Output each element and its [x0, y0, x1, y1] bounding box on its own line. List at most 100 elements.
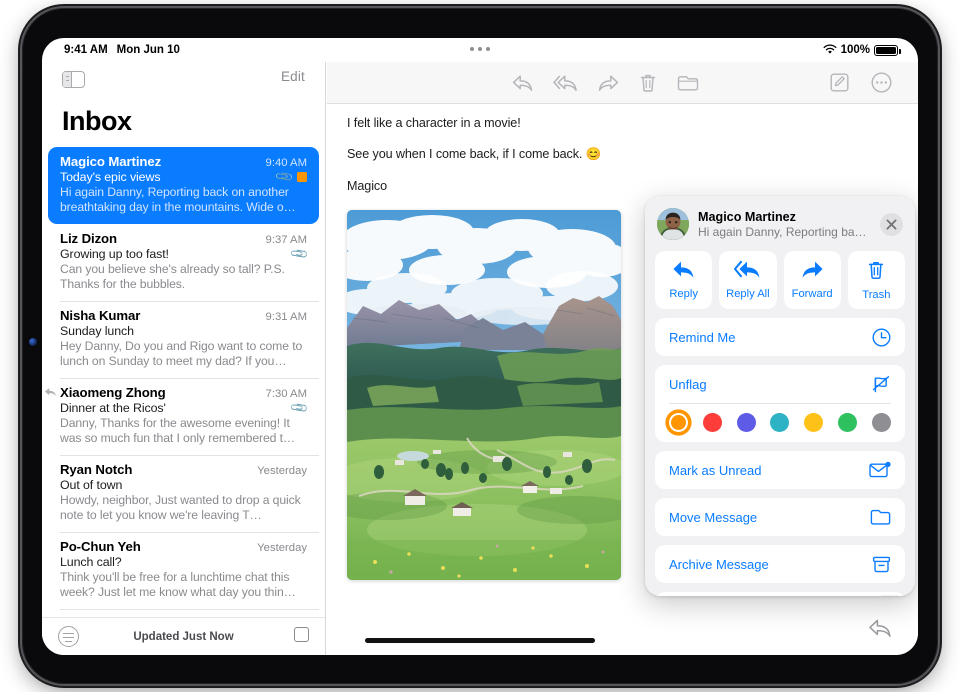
table-row[interactable]: Magico Martinez 9:40 AM Today's epic vie… [48, 147, 319, 224]
mail-row-top: Po-Chun Yeh Yesterday [60, 539, 307, 554]
filter-icon[interactable] [58, 626, 79, 647]
flag-color-orange[interactable] [669, 413, 688, 432]
flag-color-teal[interactable] [770, 413, 790, 432]
mail-sender: Liz Dizon [60, 230, 117, 246]
table-row[interactable]: Nisha Kumar 9:31 AM Sunday lunch Hey Dan… [48, 300, 319, 378]
menu-item-archive-message[interactable]: Archive Message [655, 545, 905, 583]
mail-sidebar: Edit Inbox Magico Martinez 9:40 AM Today… [42, 62, 326, 655]
folder-icon[interactable] [677, 74, 699, 92]
reply-button[interactable]: Reply [655, 251, 713, 309]
mountain-meadow-photo[interactable] [347, 210, 621, 580]
mail-badges: 📎 [289, 244, 309, 264]
message-actions-popover[interactable]: Magico Martinez Hi again Danny, Reportin… [645, 196, 915, 596]
forward-button[interactable]: Forward [783, 251, 841, 309]
camera-indicator-dot [29, 338, 37, 346]
ipad-screen: 9:41 AM Mon Jun 10 100% Edit Inbox Magic… [42, 38, 918, 655]
trash-button[interactable]: Trash [847, 251, 905, 309]
flag-color-purple[interactable] [736, 413, 756, 432]
edit-button[interactable]: Edit [281, 69, 305, 84]
flag-icon [297, 172, 307, 182]
mail-preview: Danny, Thanks for the awesome evening! I… [60, 415, 296, 446]
avatar [657, 208, 689, 240]
status-bar: 9:41 AM Mon Jun 10 100% [42, 38, 918, 62]
mail-list[interactable]: Magico Martinez 9:40 AM Today's epic vie… [42, 147, 325, 617]
more-circle-icon[interactable] [871, 72, 892, 93]
mail-time: 9:31 AM [265, 310, 307, 323]
trash-icon[interactable] [639, 73, 657, 93]
reply-all-icon[interactable] [553, 74, 578, 92]
multiple-messages-icon[interactable] [294, 623, 315, 642]
remind-me-card: Remind Me [655, 318, 905, 356]
mail-time: Yesterday [257, 541, 307, 554]
mail-row-top: Ryan Notch Yesterday [60, 462, 307, 477]
replied-arrow-icon [44, 387, 57, 401]
flag-color-gray[interactable] [871, 413, 891, 432]
flag-color-green[interactable] [838, 413, 858, 432]
toolbar-right-group [830, 72, 892, 93]
flag-color-red[interactable] [702, 413, 722, 432]
table-row[interactable]: Po-Chun Yeh Yesterday Lunch call? Think … [48, 531, 319, 609]
menu-item-label: Mark as Unread [669, 462, 762, 478]
reply-button[interactable] [868, 618, 892, 643]
menu-item-move-message[interactable]: Move Message [655, 498, 905, 536]
mail-subject-line: Out of town [60, 478, 307, 492]
popover-header-text: Magico Martinez Hi again Danny, Reportin… [698, 210, 871, 239]
mail-preview: Hey Danny, Do you and Rigo want to come … [60, 338, 303, 369]
page-title: Inbox [62, 106, 132, 136]
home-indicator[interactable] [365, 638, 595, 643]
mail-time: Yesterday [257, 464, 307, 477]
trash-icon [867, 260, 885, 285]
popover-preview-text: Hi again Danny, Reporting back o… [698, 224, 871, 239]
mail-row-top: Liz Dizon 9:37 AM [60, 231, 307, 246]
menu-item-remind-me[interactable]: Remind Me [655, 318, 905, 356]
compose-icon[interactable] [830, 73, 849, 92]
mail-sender: Xiaomeng Zhong [60, 384, 166, 400]
mail-preview: Hi again Danny, Reporting back on anothe… [60, 185, 296, 215]
mail-row-top: Xiaomeng Zhong 7:30 AM [60, 385, 307, 400]
quick-action-label: Reply [669, 288, 698, 300]
menu-item-label: Archive Message [669, 556, 769, 572]
menu-item-clipped[interactable] [655, 592, 905, 596]
popover-header: Magico Martinez Hi again Danny, Reportin… [655, 206, 905, 242]
quick-actions-row: Reply Reply All Forward Trash [655, 251, 905, 309]
mail-subject-line: Growing up too fast! 📎 [60, 244, 310, 264]
message-toolbar [327, 62, 918, 104]
menu-item-mark-as-unread[interactable]: Mark as Unread [655, 451, 905, 489]
popover-sender-name: Magico Martinez [698, 209, 796, 224]
mail-preview: Can you believe she's already so tall? P… [60, 261, 285, 292]
folder-icon [870, 508, 891, 526]
mail-subject: Sunday lunch [60, 323, 134, 338]
close-icon[interactable] [880, 212, 903, 236]
table-row[interactable]: Xiaomeng Zhong 7:30 AM Dinner at the Ric… [45, 377, 319, 455]
message-signature: Magico [347, 179, 387, 193]
status-time: 9:41 AM [64, 44, 108, 56]
battery-icon [874, 44, 901, 56]
reply-icon[interactable] [512, 74, 533, 92]
mail-subject: Lunch call? [60, 554, 122, 569]
sidebar-footer: Updated Just Now [42, 617, 325, 655]
mail-subject-line: Lunch call? [60, 555, 307, 569]
reply-icon [672, 260, 695, 284]
status-date: Mon Jun 10 [116, 44, 180, 56]
table-row[interactable]: Graham McBride Saturday [48, 608, 319, 617]
mail-badges: 📎 [274, 167, 307, 187]
envelope-badge-icon [869, 461, 891, 479]
ipad-device-frame: 9:41 AM Mon Jun 10 100% Edit Inbox Magic… [22, 8, 938, 684]
forward-icon[interactable] [598, 74, 619, 92]
updated-status-label: Updated Just Now [133, 630, 234, 643]
menu-item-unflag[interactable]: Unflag [655, 365, 905, 403]
mail-subject: Today's epic views [60, 170, 161, 184]
multitasking-control[interactable] [470, 47, 490, 51]
archive-message-card: Archive Message [655, 545, 905, 583]
mail-subject: Dinner at the Ricos' [60, 400, 166, 415]
sidebar-toggle-icon[interactable] [62, 71, 85, 88]
mail-sender: Magico Martinez [60, 154, 162, 169]
mail-sender: Nisha Kumar [60, 307, 141, 323]
table-row[interactable]: Liz Dizon 9:37 AM Growing up too fast! 📎… [48, 224, 319, 301]
table-row[interactable]: Ryan Notch Yesterday Out of town Howdy, … [48, 454, 319, 532]
toolbar-left-group [512, 73, 699, 93]
reply-all-button[interactable]: Reply All [719, 251, 777, 309]
mail-sender: Po-Chun Yeh [60, 538, 141, 554]
message-paragraph: I felt like a character in a movie! [347, 116, 521, 130]
flag-color-yellow[interactable] [804, 413, 824, 432]
